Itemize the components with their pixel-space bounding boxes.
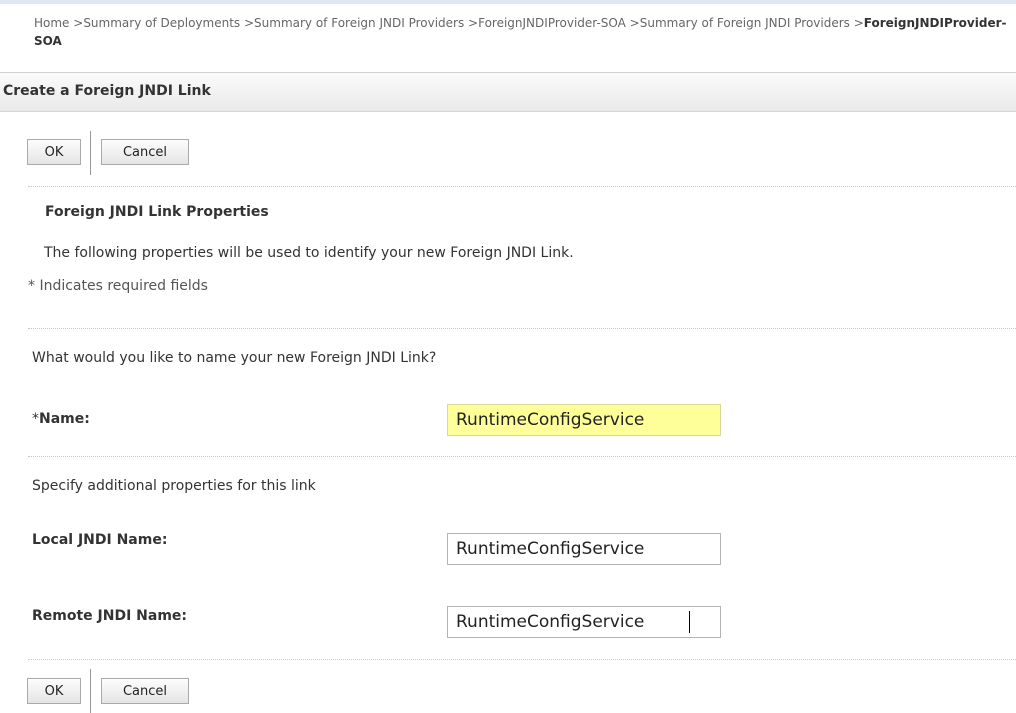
name-label-text: Name: bbox=[39, 411, 90, 427]
breadcrumb: Home >Summary of Deployments >Summary of… bbox=[34, 14, 1014, 50]
remote-jndi-name-label: Remote JNDI Name: bbox=[32, 608, 188, 624]
breadcrumb-summary-of-deployments[interactable]: Summary of Deployments > bbox=[83, 16, 254, 30]
local-jndi-name-label: Local JNDI Name: bbox=[32, 532, 168, 548]
breadcrumb-home[interactable]: Home > bbox=[34, 16, 83, 30]
additional-properties-intro: Specify additional properties for this l… bbox=[32, 478, 316, 494]
local-jndi-name-input[interactable] bbox=[447, 533, 721, 565]
name-input[interactable] bbox=[447, 404, 721, 436]
section-heading: Foreign JNDI Link Properties bbox=[45, 204, 269, 220]
divider bbox=[28, 456, 1016, 457]
top-strip bbox=[0, 0, 1016, 4]
name-question: What would you like to name your new For… bbox=[32, 350, 437, 366]
remote-jndi-name-input[interactable] bbox=[447, 606, 721, 638]
divider bbox=[28, 186, 1016, 187]
panel-title: Create a Foreign JNDI Link bbox=[3, 83, 211, 99]
breadcrumb-foreign-jndi-provider-soa[interactable]: ForeignJNDIProvider-SOA > bbox=[478, 16, 640, 30]
cancel-button-top[interactable]: Cancel bbox=[101, 139, 189, 165]
breadcrumb-summary-of-foreign-jndi-providers-2[interactable]: Summary of Foreign JNDI Providers > bbox=[640, 16, 864, 30]
divider bbox=[28, 659, 1016, 660]
ok-button-bottom[interactable]: OK bbox=[27, 678, 81, 704]
breadcrumb-summary-of-foreign-jndi-providers[interactable]: Summary of Foreign JNDI Providers > bbox=[254, 16, 478, 30]
toolbar-separator-bottom bbox=[90, 669, 91, 713]
cancel-button-bottom[interactable]: Cancel bbox=[101, 678, 189, 704]
required-fields-note: * Indicates required fields bbox=[28, 278, 208, 294]
name-label: *Name: bbox=[32, 411, 90, 427]
text-caret bbox=[689, 611, 690, 633]
section-description: The following properties will be used to… bbox=[44, 245, 574, 261]
panel-header: Create a Foreign JNDI Link bbox=[0, 72, 1016, 112]
ok-button-top[interactable]: OK bbox=[27, 139, 81, 165]
toolbar-separator-top bbox=[90, 131, 91, 175]
required-star: * bbox=[32, 411, 39, 427]
divider bbox=[28, 328, 1016, 329]
